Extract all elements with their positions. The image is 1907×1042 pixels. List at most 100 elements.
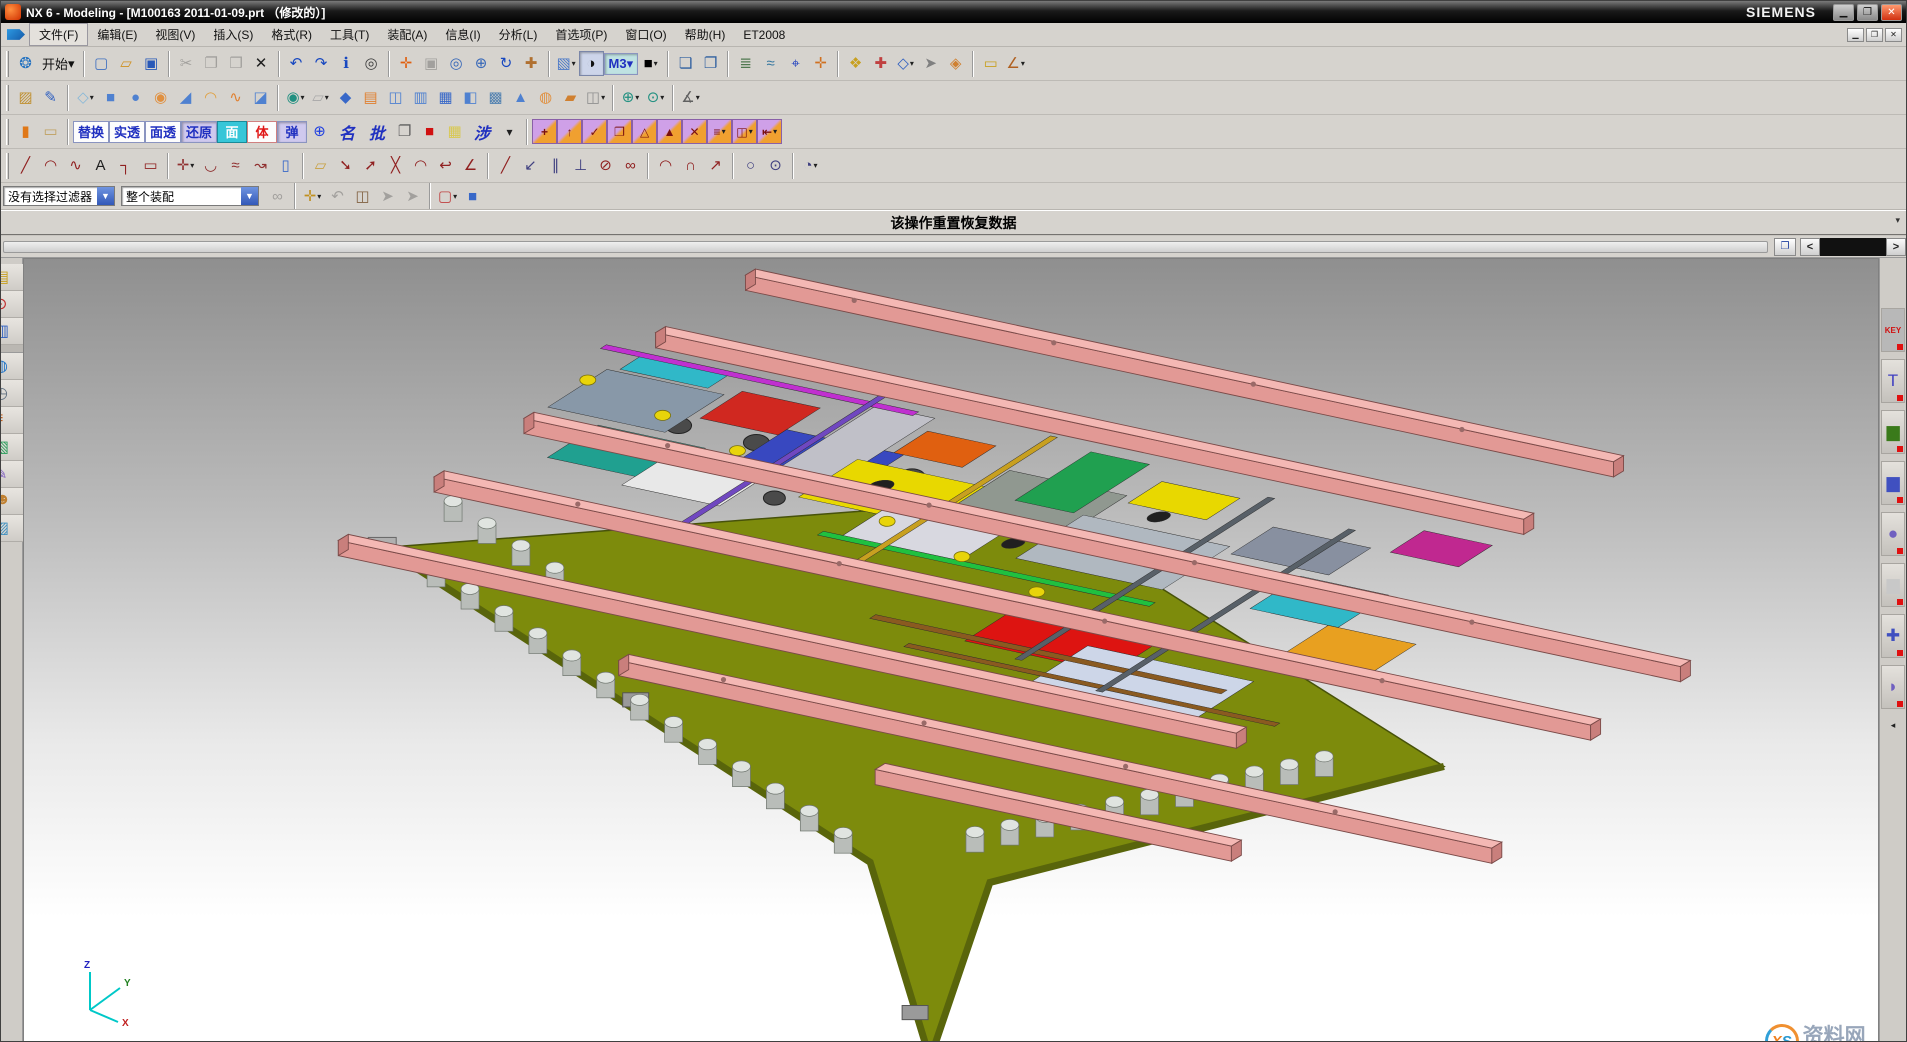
component-variant-button[interactable]: ◈ (943, 51, 968, 76)
undo-button[interactable]: ↶ (284, 51, 309, 76)
adjust-tool-button[interactable]: ▮ (13, 119, 38, 144)
snap-point-button-dropdown-icon[interactable]: ▾ (317, 192, 321, 201)
pan-button[interactable]: ✚ (519, 51, 544, 76)
cube-copy-button[interactable]: ❐ (607, 119, 632, 144)
delete-button[interactable]: ✕ (249, 51, 274, 76)
cube-dimension-button-dropdown-icon[interactable]: ▾ (773, 127, 777, 136)
cube-dimension-button[interactable]: ⇤▾ (757, 119, 782, 144)
plate-button[interactable]: ▰ (558, 85, 583, 110)
edit-sheet-button[interactable]: ▱ (308, 153, 333, 178)
tube-button-dropdown-icon[interactable]: ▾ (601, 93, 605, 102)
rectangle-button[interactable]: ▭ (138, 153, 163, 178)
part-key-button[interactable]: KEY (1881, 308, 1905, 352)
replace-button[interactable]: 替换 (73, 121, 109, 143)
point-set-button-dropdown-icon[interactable]: ▾ (635, 93, 639, 102)
menu-12[interactable]: 帮助(H) (676, 24, 735, 45)
assembly-constraints-button[interactable]: ◇▾ (893, 51, 918, 76)
slope-curve-button[interactable]: ∠ (458, 153, 483, 178)
redo-button[interactable]: ↷ (309, 51, 334, 76)
sketch-curve-button[interactable]: ✎ (38, 85, 63, 110)
solid-transparent-button[interactable]: 实透 (109, 121, 145, 143)
batch-button[interactable]: 批 (362, 121, 392, 143)
wcs-dynamics-button[interactable]: ⌖ (783, 51, 808, 76)
people-tab[interactable]: ☻ (1, 488, 23, 515)
sheet-button-dropdown-icon[interactable]: ▾ (325, 93, 329, 102)
shaded-view-button[interactable]: ▧▾ (554, 51, 579, 76)
part-tnut-button[interactable]: T (1881, 359, 1905, 403)
internet-explorer-tab[interactable]: ◍ (1, 353, 23, 380)
extend-curve-button[interactable]: ➚ (358, 153, 383, 178)
marquee-select-button-dropdown-icon[interactable]: ▾ (453, 192, 457, 201)
cube-panel-button[interactable]: ◫▾ (732, 119, 757, 144)
menu-3[interactable]: 视图(V) (146, 24, 204, 45)
interference-button[interactable]: 涉 (467, 121, 497, 143)
arc2-button[interactable]: ◠ (653, 153, 678, 178)
menu-5[interactable]: 格式(R) (262, 24, 321, 45)
part-navigator-tab[interactable]: ▥ (1, 318, 23, 345)
sheet-button[interactable]: ▱▾ (308, 85, 333, 110)
part-elbow-button[interactable]: ◗ (1881, 665, 1905, 709)
sidebar-collapse-icon[interactable]: ◂ (1891, 720, 1896, 731)
rotate-view-button[interactable]: ↻ (494, 51, 519, 76)
draft-analysis-button[interactable]: ∡▾ (678, 85, 703, 110)
shell-button[interactable]: ◍ (533, 85, 558, 110)
wcs-orient-button[interactable]: ✛ (808, 51, 833, 76)
scroll-left-button[interactable]: < (1800, 238, 1820, 256)
measure-angle-button[interactable]: ∠▾ (1003, 51, 1028, 76)
prompt-options-icon[interactable]: ▾ (1895, 215, 1900, 226)
red-solid-button[interactable]: ■ (417, 119, 442, 144)
part-cross-shaft-button[interactable]: ✚ (1881, 614, 1905, 658)
menu-9[interactable]: 分析(L) (490, 24, 547, 45)
line2-button[interactable]: ╱ (493, 153, 518, 178)
partial-circle-button-dropdown-icon[interactable]: ▾ (814, 161, 818, 170)
find-button[interactable]: ◎ (359, 51, 384, 76)
groove-button[interactable]: ◫ (383, 85, 408, 110)
cross-curve-button[interactable]: ╳ (383, 153, 408, 178)
fit-view-button[interactable]: ✛ (394, 51, 419, 76)
part-blue-block-button[interactable]: ▆ (1881, 461, 1905, 505)
row3-more-dropdown[interactable]: ▾ (497, 119, 522, 144)
datum-plane-button[interactable]: ◇▾ (73, 85, 98, 110)
cube-add-button[interactable]: + (532, 119, 557, 144)
spring-button[interactable]: 弹 (277, 121, 307, 143)
parallel-button[interactable]: ∥ (543, 153, 568, 178)
slot-button[interactable]: ▥ (408, 85, 433, 110)
history-tab[interactable]: ◷ (1, 380, 23, 407)
spline-button[interactable]: ∿ (63, 153, 88, 178)
scroll-right-button[interactable]: > (1886, 238, 1906, 256)
tangent-circle-button[interactable]: ⊘ (593, 153, 618, 178)
menu-4[interactable]: 插入(S) (204, 24, 262, 45)
line-button[interactable]: ╱ (13, 153, 38, 178)
mdi-restore-button[interactable]: ❐ (1866, 28, 1883, 42)
hole-button-dropdown-icon[interactable]: ▾ (301, 93, 305, 102)
partial-circle-button[interactable]: ◔▾ (798, 153, 823, 178)
info-button[interactable]: ℹ (334, 51, 359, 76)
work-color-button-dropdown-icon[interactable]: ▾ (654, 59, 658, 68)
shaded-view-button-dropdown-icon[interactable]: ▾ (572, 59, 576, 68)
face-transparent-button[interactable]: 面透 (145, 121, 181, 143)
selection-filter-arrow-icon[interactable]: ▼ (97, 187, 114, 205)
menu-2[interactable]: 编辑(E) (88, 24, 146, 45)
menu-1[interactable]: 文件(F) (29, 23, 88, 46)
part-green-block-button[interactable]: ▆ (1881, 410, 1905, 454)
cylinder-curve-button[interactable]: ▯ (273, 153, 298, 178)
direction-button[interactable]: ↙ (518, 153, 543, 178)
body-mode-button[interactable]: 体 (247, 121, 277, 143)
trim-curve-button[interactable]: ➘ (333, 153, 358, 178)
graphics-viewport[interactable]: Z X Y XS 资料网 ZL.XS1616.COM (23, 258, 1879, 1042)
hole-button[interactable]: ◉▾ (283, 85, 308, 110)
block-button[interactable]: ■ (98, 85, 123, 110)
constraint-navigator-tab[interactable]: ⊙ (1, 291, 23, 318)
work-color-button[interactable]: ■▾ (638, 51, 663, 76)
target-point-button[interactable]: ⊕ (307, 119, 332, 144)
wireframe-cube-button[interactable]: ◫ (350, 184, 375, 209)
top-scrollbar-thumb[interactable] (1820, 238, 1886, 256)
box-tool-button[interactable]: ▭ (38, 119, 63, 144)
top-scrollbar-track[interactable] (3, 241, 1768, 253)
bridge-curve-button[interactable]: ≈ (223, 153, 248, 178)
m3-view-button[interactable]: M3▾ (604, 53, 639, 75)
menu-6[interactable]: 工具(T) (321, 24, 378, 45)
cube-up-button[interactable]: ↑ (557, 119, 582, 144)
mdi-minimize-button[interactable]: ▁ (1847, 28, 1864, 42)
measure-angle-button-dropdown-icon[interactable]: ▾ (1021, 59, 1025, 68)
